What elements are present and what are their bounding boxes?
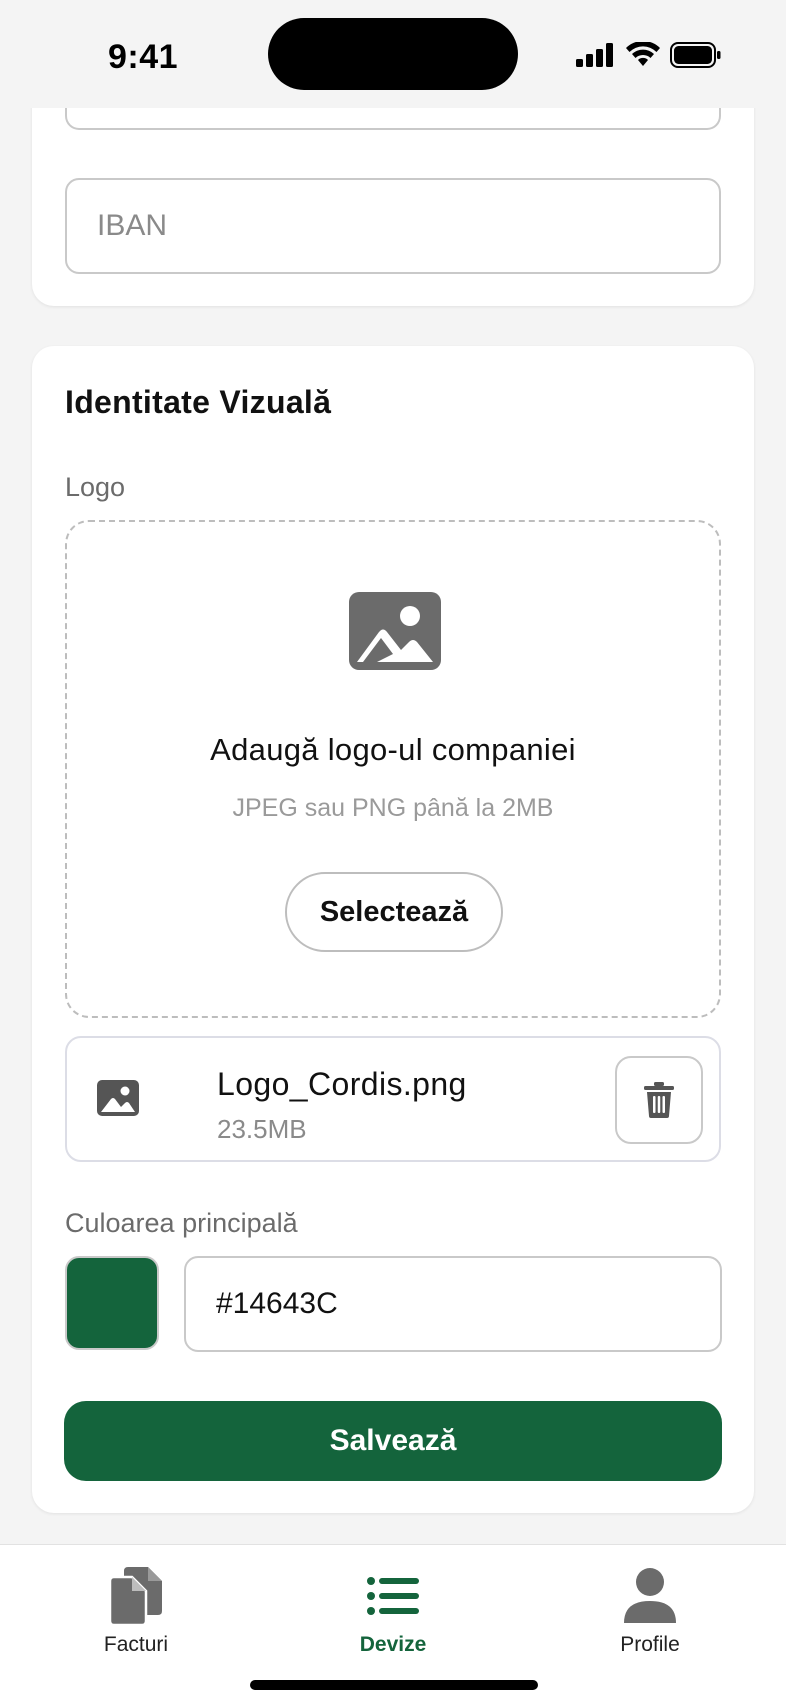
select-file-button[interactable]: Selectează [285, 872, 503, 952]
image-icon [97, 1080, 139, 1116]
dynamic-island [268, 18, 518, 90]
dropzone-hint: JPEG sau PNG până la 2MB [232, 794, 554, 822]
home-indicator [250, 1680, 538, 1690]
tab-label: Facturi [103, 1633, 169, 1656]
person-icon [624, 1568, 676, 1623]
tab-label: Profile [620, 1633, 680, 1656]
signal-icon [576, 43, 613, 67]
save-button[interactable]: Salvează [64, 1401, 722, 1481]
tab-profile[interactable]: Profile [550, 1567, 750, 1657]
iban-placeholder: IBAN [97, 209, 168, 242]
file-size: 23.5MB [217, 1114, 307, 1144]
uploaded-file-row: Logo_Cordis.png 23.5MB [65, 1036, 721, 1162]
visual-identity-card: Identitate Vizuală Logo Adaugă logo-ul c… [32, 346, 754, 1513]
status-time: 9:41 [108, 38, 179, 76]
section-title: Identitate Vizuală [65, 384, 332, 420]
logo-dropzone[interactable]: Adaugă logo-ul companiei JPEG sau PNG pâ… [65, 520, 721, 1018]
dropzone-title: Adaugă logo-ul companiei [210, 732, 576, 767]
status-icons [576, 42, 722, 68]
wifi-icon [626, 42, 660, 66]
color-label: Culoarea principală [65, 1208, 298, 1238]
battery-icon [670, 42, 721, 68]
image-icon [349, 592, 441, 670]
color-hex-value: #14643C [216, 1287, 338, 1320]
tab-label: Devize [359, 1633, 427, 1656]
tab-facturi[interactable]: Facturi [36, 1567, 236, 1657]
status-bar: 9:41 [0, 0, 786, 108]
color-swatch[interactable] [65, 1256, 159, 1350]
list-icon [367, 1577, 419, 1615]
delete-file-button[interactable] [615, 1056, 703, 1144]
iban-input[interactable]: IBAN [65, 178, 721, 274]
file-name: Logo_Cordis.png [217, 1066, 467, 1102]
color-hex-input[interactable]: #14643C [184, 1256, 722, 1352]
logo-label: Logo [65, 472, 126, 502]
trash-icon [644, 1082, 674, 1118]
tab-devize[interactable]: Devize [293, 1567, 493, 1657]
documents-icon [110, 1567, 162, 1625]
